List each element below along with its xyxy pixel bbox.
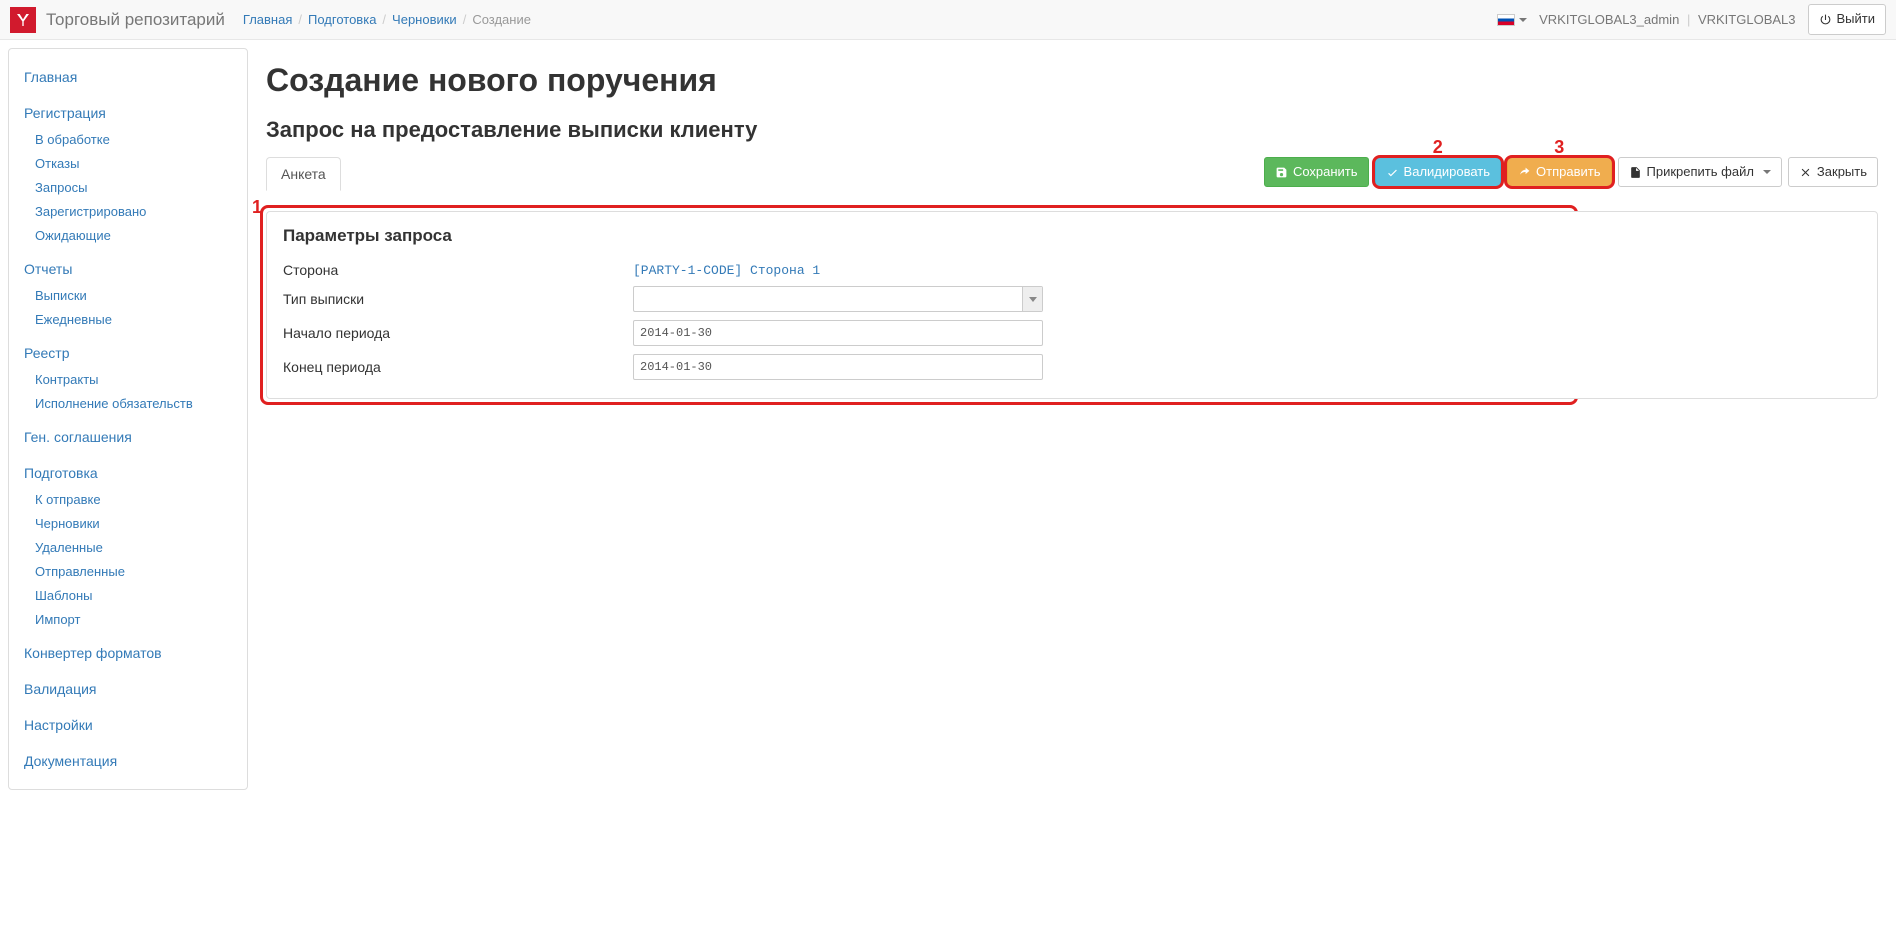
sidebar-item[interactable]: Черновики bbox=[35, 516, 100, 531]
save-button[interactable]: Сохранить bbox=[1264, 157, 1369, 187]
form-row-period-start: Начало периода bbox=[283, 316, 1861, 350]
send-button[interactable]: Отправить bbox=[1507, 157, 1611, 187]
save-icon bbox=[1275, 166, 1288, 179]
logout-button[interactable]: Выйти bbox=[1808, 4, 1887, 34]
sidebar-item[interactable]: Импорт bbox=[35, 612, 80, 627]
sidebar-item[interactable]: В обработке bbox=[35, 132, 110, 147]
caret-down-icon bbox=[1519, 18, 1527, 22]
sidebar: Главная Регистрация В обработке Отказы Запро… bbox=[8, 48, 248, 790]
app-brand: Торговый репозитарий bbox=[46, 10, 225, 30]
sidebar-item[interactable]: Отправленные bbox=[35, 564, 125, 579]
link-side-value[interactable]: [PARTY-1-CODE] Сторона 1 bbox=[633, 263, 820, 278]
power-icon bbox=[1819, 13, 1832, 26]
sidebar-item[interactable]: Ежедневные bbox=[35, 312, 112, 327]
panel-wrap: 1 Параметры запроса Сторона [PARTY-1-COD… bbox=[266, 211, 1878, 399]
select-extract-type[interactable] bbox=[633, 286, 1043, 312]
breadcrumb-item[interactable]: Подготовка bbox=[308, 12, 376, 27]
request-params-panel: Параметры запроса Сторона [PARTY-1-CODE]… bbox=[266, 211, 1878, 399]
input-period-start[interactable] bbox=[633, 320, 1043, 346]
sidebar-item[interactable]: Выписки bbox=[35, 288, 87, 303]
close-icon bbox=[1799, 166, 1812, 179]
share-icon bbox=[1518, 166, 1531, 179]
caret-down-icon bbox=[1763, 170, 1771, 174]
sidebar-head[interactable]: Ген. соглашения bbox=[24, 429, 132, 445]
close-button[interactable]: Закрыть bbox=[1788, 157, 1878, 187]
dropdown-toggle[interactable] bbox=[1022, 287, 1042, 311]
sidebar-head[interactable]: Конвертер форматов bbox=[24, 645, 162, 661]
sidebar-head[interactable]: Отчеты bbox=[24, 261, 72, 277]
user-admin-label: VRKITGLOBAL3_admin bbox=[1539, 12, 1679, 27]
toolbar-row: Анкета Сохранить 2 Валидировать 3 bbox=[266, 157, 1878, 191]
check-icon bbox=[1386, 166, 1399, 179]
input-period-end[interactable] bbox=[633, 354, 1043, 380]
language-selector[interactable] bbox=[1497, 14, 1527, 26]
sidebar-item[interactable]: Контракты bbox=[35, 372, 99, 387]
sidebar-item[interactable]: Отказы bbox=[35, 156, 79, 171]
breadcrumb-item[interactable]: Черновики bbox=[392, 12, 457, 27]
user-org-label: VRKITGLOBAL3 bbox=[1698, 12, 1796, 27]
attach-file-button[interactable]: Прикрепить файл bbox=[1618, 157, 1782, 187]
form-row-type: Тип выписки bbox=[283, 282, 1861, 316]
panel-title: Параметры запроса bbox=[283, 226, 1861, 246]
sidebar-head[interactable]: Подготовка bbox=[24, 465, 98, 481]
page-title: Создание нового поручения bbox=[266, 62, 1878, 99]
sidebar-item[interactable]: Зарегистрировано bbox=[35, 204, 146, 219]
navbar: Торговый репозитарий Главная / Подготовк… bbox=[0, 0, 1896, 40]
label-period-end: Конец периода bbox=[283, 359, 633, 375]
tabs: Анкета bbox=[266, 157, 341, 191]
page-subtitle: Запрос на предоставление выписки клиенту bbox=[266, 117, 1878, 143]
sidebar-item[interactable]: Ожидающие bbox=[35, 228, 111, 243]
main-content: Создание нового поручения Запрос на пред… bbox=[256, 48, 1888, 405]
action-buttons: Сохранить 2 Валидировать 3 Отправить bbox=[1264, 157, 1878, 187]
sidebar-item[interactable]: Исполнение обязательств bbox=[35, 396, 193, 411]
sidebar-item[interactable]: Запросы bbox=[35, 180, 87, 195]
sidebar-head[interactable]: Главная bbox=[24, 69, 77, 85]
breadcrumb-current: Создание bbox=[472, 12, 531, 27]
sidebar-head[interactable]: Настройки bbox=[24, 717, 93, 733]
sidebar-head[interactable]: Валидация bbox=[24, 681, 97, 697]
user-info: VRKITGLOBAL3_admin | VRKITGLOBAL3 bbox=[1539, 12, 1795, 27]
form-row-side: Сторона [PARTY-1-CODE] Сторона 1 bbox=[283, 258, 1861, 282]
flag-ru-icon bbox=[1497, 14, 1515, 26]
form-row-period-end: Конец периода bbox=[283, 350, 1861, 384]
validate-button[interactable]: Валидировать bbox=[1375, 157, 1502, 187]
annotation-1: 1 bbox=[252, 197, 262, 218]
sidebar-head[interactable]: Регистрация bbox=[24, 105, 106, 121]
breadcrumb: Главная / Подготовка / Черновики / Созда… bbox=[243, 12, 531, 27]
breadcrumb-item[interactable]: Главная bbox=[243, 12, 292, 27]
sidebar-item[interactable]: Удаленные bbox=[35, 540, 103, 555]
sidebar-item[interactable]: К отправке bbox=[35, 492, 101, 507]
label-type: Тип выписки bbox=[283, 291, 633, 307]
tab-anketa[interactable]: Анкета bbox=[266, 157, 341, 191]
file-icon bbox=[1629, 166, 1642, 179]
app-logo bbox=[10, 7, 36, 33]
label-period-start: Начало периода bbox=[283, 325, 633, 341]
sidebar-head[interactable]: Реестр bbox=[24, 345, 70, 361]
sidebar-head[interactable]: Документация bbox=[24, 753, 117, 769]
triangle-down-icon bbox=[1029, 297, 1037, 302]
label-side: Сторона bbox=[283, 262, 633, 278]
sidebar-item[interactable]: Шаблоны bbox=[35, 588, 93, 603]
